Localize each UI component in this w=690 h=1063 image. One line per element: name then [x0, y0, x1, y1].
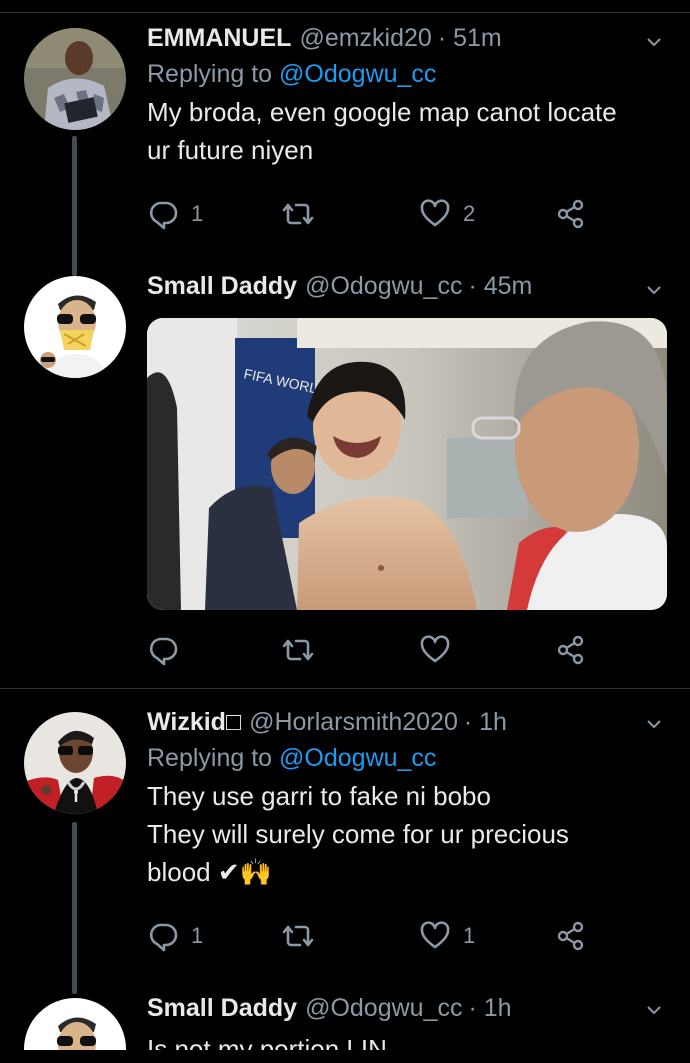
tweet-time[interactable]: · 1h	[468, 994, 511, 1023]
tweet-4[interactable]: Small Daddy @Odogwu_cc · 1h Is not my po…	[0, 0, 690, 1063]
author-handle[interactable]: @Odogwu_cc	[305, 994, 462, 1023]
chevron-down-icon[interactable]	[646, 1002, 662, 1018]
author-name[interactable]: Small Daddy	[147, 994, 297, 1023]
bottom-mask	[0, 1050, 690, 1063]
